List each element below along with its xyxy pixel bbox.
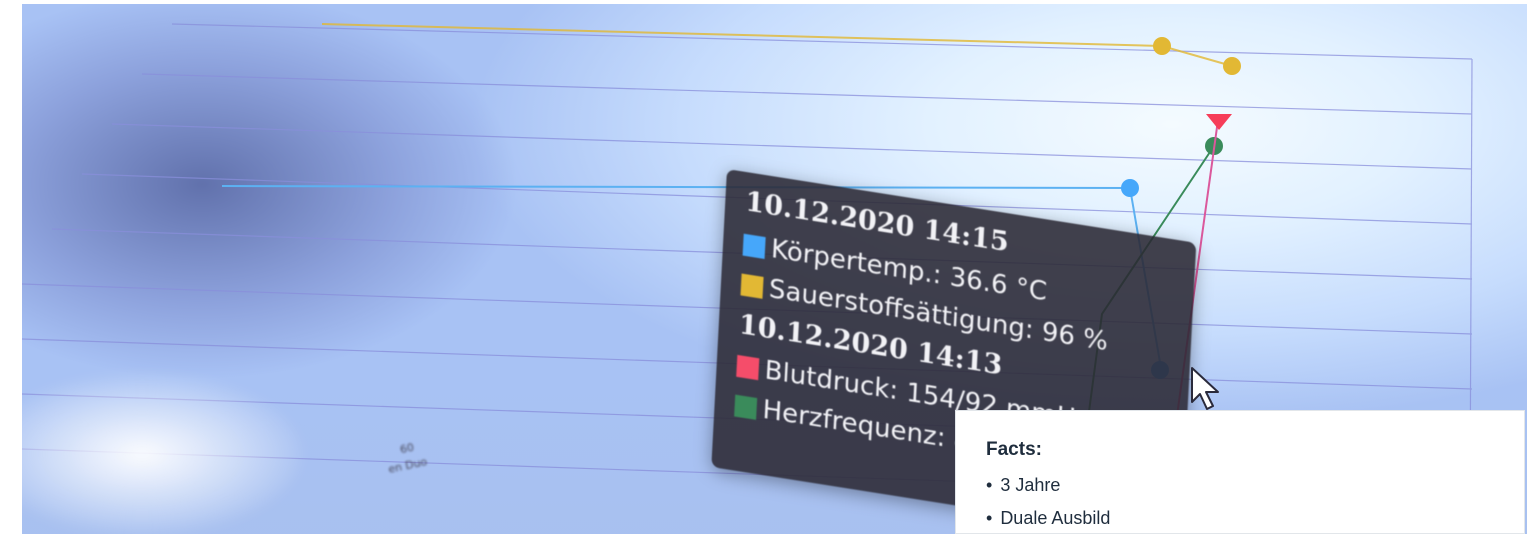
temperature-swatch-icon [742, 233, 766, 260]
oxygen-series-line [321, 23, 1233, 67]
oxygen-swatch-icon [740, 273, 764, 299]
facts-list-item: 3 Jahre [986, 475, 1524, 496]
heart-rate-swatch-icon [734, 394, 758, 420]
mouse-cursor-icon [1191, 367, 1219, 410]
facts-list-item: Duale Ausbild [986, 508, 1524, 529]
oxygen-point [1223, 57, 1241, 75]
facts-panel: Facts: 3 Jahre Duale Ausbild [955, 410, 1525, 534]
gridline [111, 123, 1473, 170]
gridline [141, 73, 1473, 115]
facts-title: Facts: [986, 439, 1042, 460]
oxygen-point [1153, 37, 1171, 55]
gridline [171, 23, 1473, 60]
temperature-point [1121, 179, 1139, 197]
blood-pressure-swatch-icon [736, 354, 760, 381]
facts-list: 3 Jahre Duale Ausbild [986, 475, 1524, 529]
blood-pressure-marker [1206, 114, 1232, 130]
